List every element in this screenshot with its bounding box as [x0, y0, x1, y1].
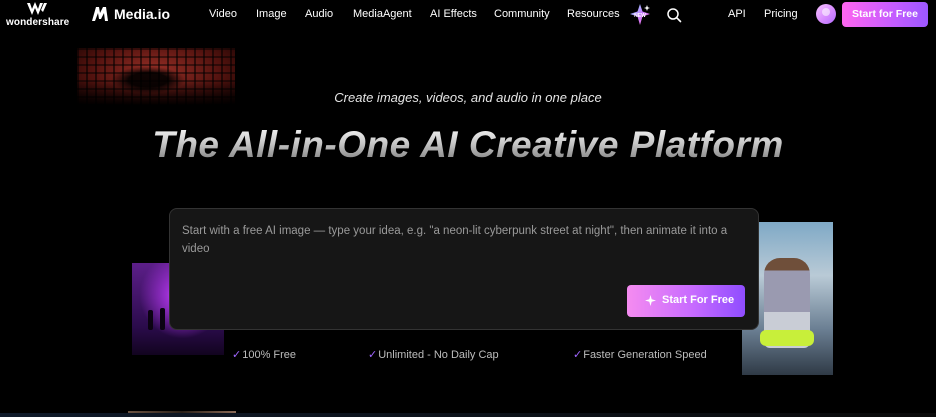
page-bottom-divider [0, 413, 936, 417]
hero-image-figure [160, 308, 165, 330]
feature-item-speed: ✓Faster Generation Speed [573, 348, 707, 361]
nav-link-mediaagent[interactable]: MediaAgent [353, 8, 412, 20]
nav-link-audio[interactable]: Audio [305, 8, 333, 20]
nav-link-pricing[interactable]: Pricing [764, 8, 798, 20]
wondershare-wordmark: wondershare [6, 17, 70, 28]
check-icon: ✓ [368, 349, 378, 361]
ai-badge-label: NEW [634, 13, 646, 19]
start-for-free-prompt-label: Start For Free [662, 294, 735, 306]
hero-tagline: Create images, videos, and audio in one … [334, 90, 602, 105]
check-icon: ✓ [573, 349, 583, 361]
start-for-free-nav-button[interactable]: Start for Free [842, 2, 928, 27]
ai-sparkle-badge-icon[interactable]: NEW [628, 3, 652, 27]
media-io-wordmark: Media.io [114, 6, 171, 22]
nav-link-community[interactable]: Community [494, 8, 550, 20]
start-for-free-prompt-button[interactable]: Start For Free [627, 285, 745, 317]
check-icon: ✓ [232, 349, 242, 361]
user-avatar[interactable] [816, 4, 836, 24]
wondershare-logo[interactable]: wondershare [6, 2, 69, 28]
hero-headline: The All-in-One AI Creative Platform [0, 124, 936, 166]
nav-link-resources[interactable]: Resources [567, 8, 620, 20]
wondershare-mark-icon [27, 2, 47, 15]
feature-item-unlimited: ✓Unlimited - No Daily Cap [368, 348, 499, 361]
nav-link-api[interactable]: API [728, 8, 746, 20]
hero-image-model-shoes [760, 330, 814, 346]
search-icon[interactable] [666, 7, 682, 23]
feature-label: 100% Free [242, 349, 297, 361]
sparkle-icon [645, 295, 656, 306]
media-io-mark-icon [92, 7, 108, 21]
feature-label: Unlimited - No Daily Cap [378, 349, 499, 361]
nav-link-ai-effects[interactable]: AI Effects [430, 8, 477, 20]
hero-image-figure [148, 310, 153, 330]
nav-link-image[interactable]: Image [256, 8, 287, 20]
feature-item-free: ✓100% Free [232, 348, 296, 361]
prompt-input-box[interactable]: Start with a free AI image — type your i… [169, 208, 759, 330]
prompt-placeholder-text[interactable]: Start with a free AI image — type your i… [182, 222, 750, 258]
nav-link-video[interactable]: Video [209, 8, 237, 20]
top-navigation: wondershare Media.io Video Image Audio M… [0, 0, 936, 30]
feature-label: Faster Generation Speed [583, 349, 707, 361]
